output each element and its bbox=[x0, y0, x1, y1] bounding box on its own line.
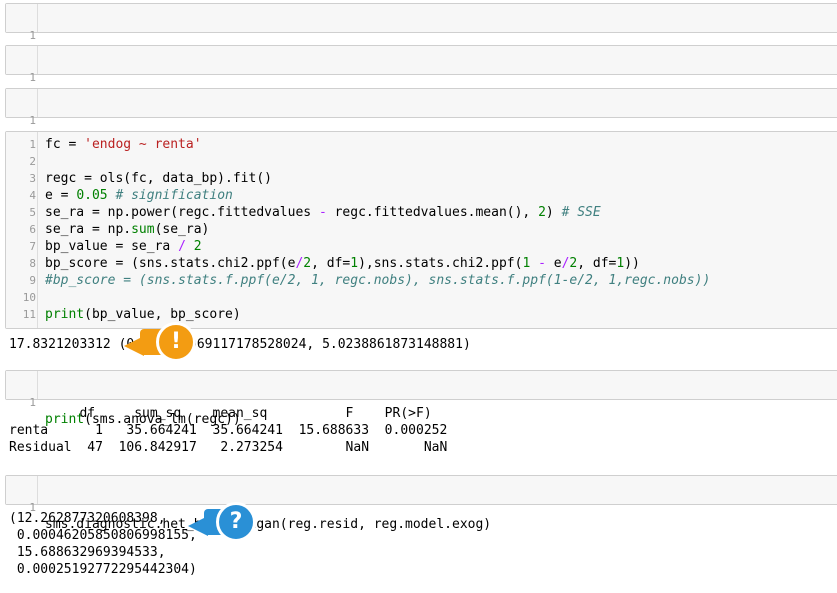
code-token: e bbox=[545, 256, 562, 271]
code-line: 1 sms.diagnostic.het_breushpagan(reg.res… bbox=[6, 482, 837, 532]
code-token: #bp_score = (sns.stats.f.ppf(e/2, 1, reg… bbox=[45, 273, 711, 288]
het-output-line: 0.00046205850806998155, bbox=[9, 528, 197, 543]
code-token: , df= bbox=[577, 256, 617, 271]
output-bp-result: 17.8321203312 (0.000982069117178528024, … bbox=[9, 337, 471, 352]
code-line: 1 data_bp = pd.DataFrame.from_dict({'end… bbox=[6, 95, 837, 145]
question-callout: ? bbox=[188, 499, 268, 545]
code-token: print bbox=[45, 307, 85, 322]
code-token: ) bbox=[545, 205, 562, 220]
code-token: se_ra = np. bbox=[45, 222, 132, 237]
line-number: 10 bbox=[22, 291, 36, 304]
code-line: 1 bbox=[6, 10, 837, 42]
code-line: 5 se_ra = np.power(regc.fittedvalues - re… bbox=[6, 204, 837, 221]
line-number: 9 bbox=[29, 274, 36, 287]
code-line: 6 se_ra = np.sum(se_ra) bbox=[6, 221, 837, 238]
code-cell-bp-endog[interactable]: 1 bp_endog = reg.resid ** 2 / sigma_mv bbox=[5, 45, 837, 102]
anova-row: renta 1 35.664241 35.664241 15.688633 0.… bbox=[9, 423, 448, 438]
code-line: 1 bp_endog = reg.resid ** 2 / sigma_mv bbox=[6, 52, 837, 102]
code-line: 9 #bp_score = (sns.stats.f.ppf(e/2, 1, re… bbox=[6, 272, 837, 289]
code-token: e = bbox=[45, 188, 77, 203]
code-text: se_ra = np.power(regc.fittedvalues - reg… bbox=[45, 204, 601, 221]
line-number: 7 bbox=[29, 240, 36, 253]
code-token: # signification bbox=[115, 188, 233, 203]
code-line: 3 regc = ols(fc, data_bp).fit() bbox=[6, 170, 837, 187]
code-text: se_ra = np.sum(se_ra) bbox=[45, 221, 209, 238]
het-output-line: 0.00025192772295442304) bbox=[9, 562, 197, 577]
code-token: - bbox=[538, 256, 546, 271]
anova-row: Residual 47 106.842917 2.273254 NaN NaN bbox=[9, 440, 448, 455]
code-token: 0.05 bbox=[76, 188, 108, 203]
code-line: 4 e = 0.05 # signification bbox=[6, 187, 837, 204]
code-text: #bp_score = (sns.stats.f.ppf(e/2, 1, reg… bbox=[45, 272, 710, 289]
code-token: regc = ols(fc, data_bp).fit() bbox=[45, 171, 272, 186]
code-token: se_ra = np.power(regc.fittedvalues bbox=[45, 205, 319, 220]
code-token: 'endog ~ renta' bbox=[84, 137, 202, 152]
code-text: regc = ols(fc, data_bp).fit() bbox=[45, 170, 272, 187]
code-text: fc = 'endog ~ renta' bbox=[45, 136, 202, 153]
code-token: / bbox=[178, 239, 186, 254]
code-token: bp_value = se_ra bbox=[45, 239, 179, 254]
code-token: # SSE bbox=[561, 205, 601, 220]
code-cell-empty[interactable]: 1 bbox=[5, 3, 837, 42]
code-token: 1 bbox=[350, 256, 359, 271]
code-cell-bp-test[interactable]: 1 fc = 'endog ~ renta' 2 3 regc = ols(fc, … bbox=[5, 131, 837, 329]
code-token: 2 bbox=[303, 256, 312, 271]
exclamation-icon: ! bbox=[156, 322, 196, 362]
line-number: 8 bbox=[29, 257, 36, 270]
line-number: 1 bbox=[29, 71, 36, 84]
code-cell-het-breushpagan[interactable]: 1 sms.diagnostic.het_breushpagan(reg.res… bbox=[5, 475, 837, 532]
code-token: (se_ra) bbox=[154, 222, 210, 237]
code-line: 1 fc = 'endog ~ renta' bbox=[6, 136, 837, 153]
line-number: 5 bbox=[29, 206, 36, 219]
code-token: )) bbox=[624, 256, 640, 271]
code-line: 7 bp_value = se_ra / 2 bbox=[6, 238, 837, 255]
code-line: 1 print(sms.anova_lm(regc)) bbox=[6, 377, 837, 427]
code-cell-anova[interactable]: 1 print(sms.anova_lm(regc)) bbox=[5, 370, 837, 427]
code-cell-data-bp[interactable]: 1 data_bp = pd.DataFrame.from_dict({'end… bbox=[5, 88, 837, 145]
code-line: 10 bbox=[6, 289, 837, 306]
code-token: 2 bbox=[538, 205, 546, 220]
warning-callout: ! bbox=[124, 319, 204, 365]
code-token: , df= bbox=[311, 256, 351, 271]
code-token: regc.fittedvalues.mean(), bbox=[326, 205, 539, 220]
code-token: fc = bbox=[45, 137, 85, 152]
line-number: 3 bbox=[29, 172, 36, 185]
anova-header-row: df sum_sq mean_sq F PR(>F) bbox=[9, 406, 432, 421]
code-token: ),sns.stats.chi2.ppf( bbox=[358, 256, 523, 271]
line-number: 4 bbox=[29, 189, 36, 202]
code-text: e = 0.05 # signification bbox=[45, 187, 233, 204]
line-number: 11 bbox=[22, 308, 36, 321]
code-line: 2 bbox=[6, 153, 837, 170]
line-number: 1 bbox=[29, 29, 36, 42]
question-icon: ? bbox=[216, 502, 256, 542]
code-token: - bbox=[318, 205, 327, 220]
code-text: bp_score = (sns.stats.chi2.ppf(e/2, df=1… bbox=[45, 255, 640, 272]
line-number: 6 bbox=[29, 223, 36, 236]
code-token: sum bbox=[131, 222, 155, 237]
code-token: 2 bbox=[193, 239, 202, 254]
code-line: 8 bp_score = (sns.stats.chi2.ppf(e/2, df=… bbox=[6, 255, 837, 272]
code-text: bp_value = se_ra / 2 bbox=[45, 238, 202, 255]
line-number: 2 bbox=[29, 155, 36, 168]
het-output-line: (12.262877320608398, bbox=[9, 511, 166, 526]
line-number: 1 bbox=[29, 138, 36, 151]
code-token: bp_score = (sns.stats.chi2.ppf(e bbox=[45, 256, 296, 271]
line-number: 1 bbox=[29, 114, 36, 127]
het-output-line: 15.688632969394533, bbox=[9, 545, 166, 560]
